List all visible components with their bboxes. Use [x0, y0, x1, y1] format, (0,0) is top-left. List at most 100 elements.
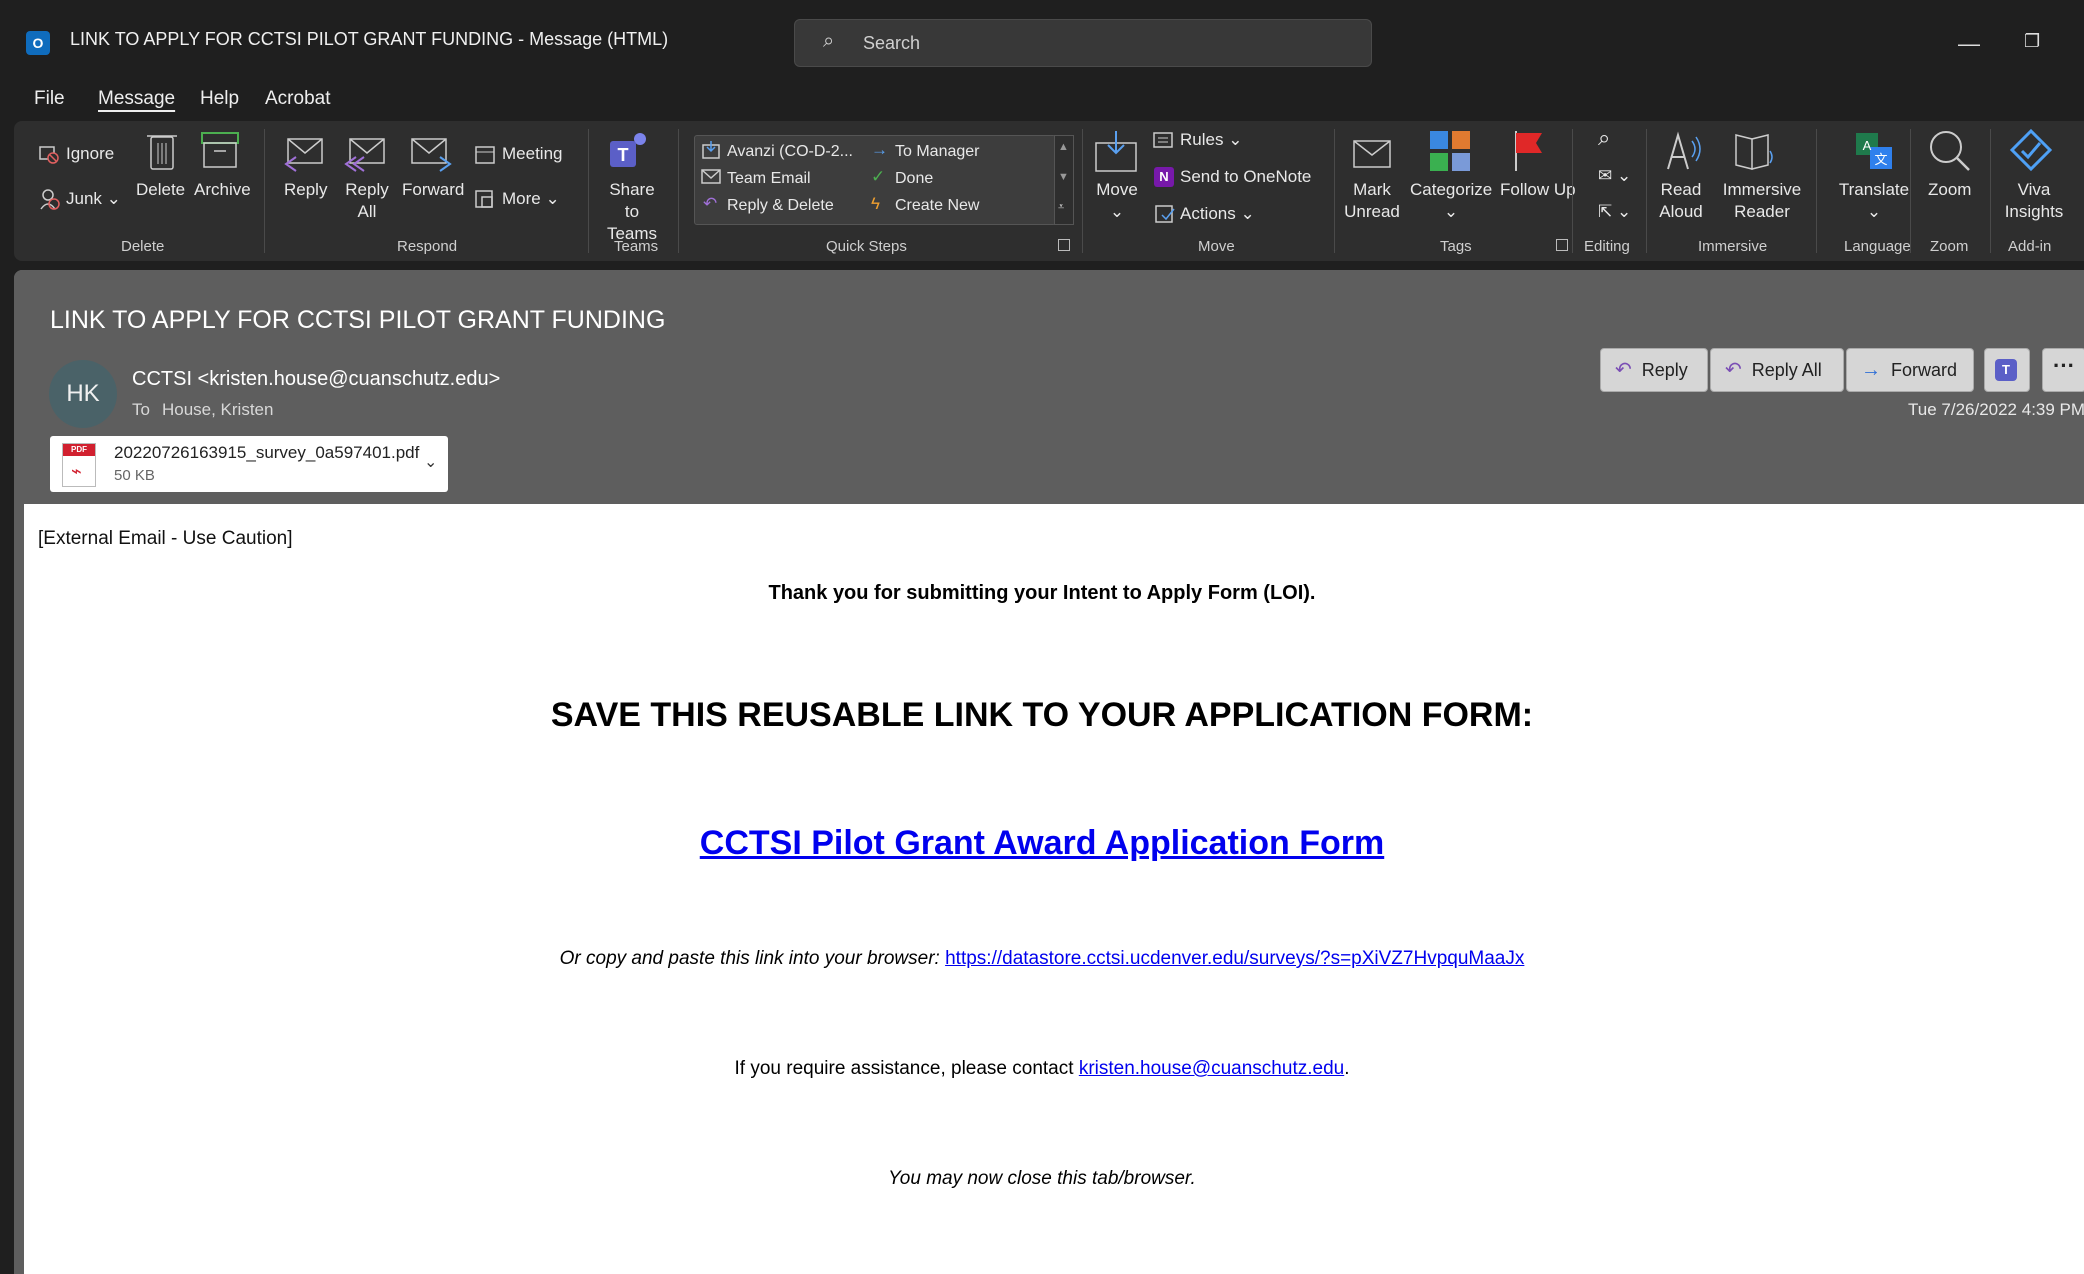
separator [1082, 129, 1083, 253]
menu-message[interactable]: Message [98, 88, 175, 110]
dialog-launcher-icon[interactable] [1058, 239, 1070, 251]
quick-step-team-email[interactable]: Team Email [727, 168, 811, 190]
menu-acrobat[interactable]: Acrobat [265, 88, 330, 110]
reply-all-button[interactable]: Reply All [344, 179, 390, 223]
share-to-teams-button[interactable]: Share to Teams [602, 179, 662, 245]
follow-up-flag-icon [1515, 131, 1542, 171]
menu-help[interactable]: Help [200, 88, 239, 110]
more-button[interactable]: More ⌄ [502, 188, 560, 210]
chevron-down-icon[interactable]: ⌄ [424, 452, 437, 472]
categorize-label: Categorize [1410, 180, 1493, 199]
quick-step-create-new[interactable]: Create New [895, 195, 979, 217]
reply-arrow-icon: ↶ [1615, 359, 1632, 381]
ribbon: Ignore Junk ⌄ Delete Archive Delete Repl… [14, 121, 2084, 261]
read-aloud-button[interactable]: Read Aloud [1656, 179, 1706, 223]
attachment-size: 50 KB [114, 467, 155, 484]
separator [1816, 129, 1817, 253]
menu-bar: File Message Help Acrobat [0, 77, 2084, 121]
junk-label: Junk [66, 189, 102, 208]
follow-up-button[interactable]: Follow Up [1500, 179, 1576, 201]
dialog-launcher-icon[interactable] [1556, 239, 1568, 251]
actions-icon [1155, 205, 1175, 223]
translate-button[interactable]: Translate ⌄ [1832, 179, 1916, 223]
save-link-heading: SAVE THIS REUSABLE LINK TO YOUR APPLICAT… [550, 696, 1534, 734]
separator [264, 129, 265, 253]
forward-button[interactable]: Forward [402, 179, 464, 201]
quick-steps-scroll[interactable]: ▲ ▼ ⩡ [1054, 135, 1074, 225]
quick-step-to-manager[interactable]: To Manager [895, 141, 980, 163]
chevron-down-icon[interactable]: ▼ [1058, 166, 1069, 188]
rules-button[interactable]: Rules ⌄ [1180, 129, 1242, 151]
menu-file[interactable]: File [34, 88, 65, 110]
find-icon[interactable]: ⌕ [1598, 127, 1610, 149]
immersive-reader-button[interactable]: Immersive Reader [1720, 179, 1804, 223]
mark-unread-button[interactable]: Mark Unread [1344, 179, 1400, 223]
rules-icon [1153, 132, 1173, 148]
reply-action-label: Reply [1641, 360, 1688, 380]
quick-step-done[interactable]: Done [895, 168, 933, 190]
sender[interactable]: CCTSI <kristen.house@cuanschutz.edu> [132, 368, 500, 391]
delete-icon [147, 135, 177, 170]
avatar[interactable]: HK [49, 360, 117, 428]
ignore-icon [39, 146, 59, 164]
search-placeholder: Search [863, 33, 921, 53]
thanks-text: Thank you for submitting your Intent to … [768, 582, 1316, 604]
quick-step-reply-delete[interactable]: Reply & Delete [727, 195, 834, 217]
minimize-button[interactable]: — [1958, 31, 1980, 57]
rules-label: Rules [1180, 130, 1224, 149]
forward-action-button[interactable]: → Forward [1846, 348, 1974, 392]
archive-button[interactable]: Archive [194, 179, 251, 201]
reply-button[interactable]: Reply [284, 179, 327, 201]
arrow-right-icon: → [871, 140, 888, 159]
teams-share-button[interactable]: T [1984, 348, 2030, 392]
search-input[interactable]: ⌕ Search [794, 19, 1372, 67]
outlook-icon: O [26, 31, 50, 55]
expand-gallery-icon[interactable]: ⩡ [1058, 196, 1064, 218]
close-tab-text: You may now close this tab/browser. [888, 1168, 1196, 1189]
actions-button[interactable]: Actions ⌄ [1180, 203, 1255, 225]
group-label-respond: Respond [397, 238, 458, 255]
reply-action-button[interactable]: ↶ Reply [1600, 348, 1708, 392]
attachment-card[interactable]: PDF ⌁ 20220726163915_survey_0a597401.pdf … [50, 436, 448, 492]
move-label: Move [1096, 180, 1138, 199]
delete-button[interactable]: Delete [136, 179, 185, 201]
application-form-link[interactable]: CCTSI Pilot Grant Award Application Form [700, 824, 1384, 862]
ignore-button[interactable]: Ignore [66, 143, 114, 165]
reply-all-action-button[interactable]: ↶ Reply All [1710, 348, 1844, 392]
assistance-line: If you require assistance, please contac… [24, 1058, 2060, 1080]
group-label-language: Language [1844, 238, 1911, 255]
junk-button[interactable]: Junk ⌄ [66, 188, 121, 210]
restore-button[interactable]: ❐ [2024, 31, 2040, 52]
select-icon[interactable]: ✉ ⌄ [1598, 165, 1631, 187]
message-header: LINK TO APPLY FOR CCTSI PILOT GRANT FUND… [14, 270, 2084, 504]
categorize-button[interactable]: Categorize ⌄ [1410, 179, 1492, 223]
survey-url-link[interactable]: https://datastore.cctsi.ucdenver.edu/sur… [945, 948, 1524, 969]
cursor-icon[interactable]: ⇱ ⌄ [1598, 201, 1631, 223]
send-to-onenote-button[interactable]: Send to OneNote [1180, 166, 1311, 188]
svg-text:A: A [1863, 138, 1872, 153]
more-label: More [502, 189, 541, 208]
recipient-name[interactable]: House, Kristen [162, 400, 274, 419]
chevron-up-icon[interactable]: ▲ [1058, 136, 1069, 158]
message-subject: LINK TO APPLY FOR CCTSI PILOT GRANT FUND… [50, 306, 666, 334]
zoom-button[interactable]: Zoom [1928, 179, 1971, 201]
recipient-row: To House, Kristen [132, 400, 273, 420]
categorize-icon [1430, 131, 1470, 171]
svg-text:文: 文 [1874, 152, 1887, 167]
viva-insights-button[interactable]: Viva Insights [2002, 179, 2066, 223]
separator [1646, 129, 1647, 253]
contact-email-link[interactable]: kristen.house@cuanschutz.edu [1079, 1058, 1344, 1079]
meeting-icon [475, 146, 495, 164]
copy-link-line: Or copy and paste this link into your br… [24, 948, 2060, 970]
message-date: Tue 7/26/2022 4:39 PM [1908, 400, 2084, 419]
reply-icon [284, 138, 323, 172]
viva-insights-icon [2009, 128, 2053, 172]
quick-step-avanzi[interactable]: Avanzi (CO-D-2... [727, 141, 853, 163]
more-actions-button[interactable]: ··· [2042, 348, 2084, 392]
move-button[interactable]: Move ⌄ [1092, 179, 1142, 223]
mark-unread-icon [1353, 140, 1391, 168]
read-aloud-icon [1667, 131, 1701, 170]
group-label-quick-steps: Quick Steps [826, 238, 907, 255]
meeting-button[interactable]: Meeting [502, 143, 562, 165]
forward-arrow-icon: → [1861, 359, 1881, 381]
